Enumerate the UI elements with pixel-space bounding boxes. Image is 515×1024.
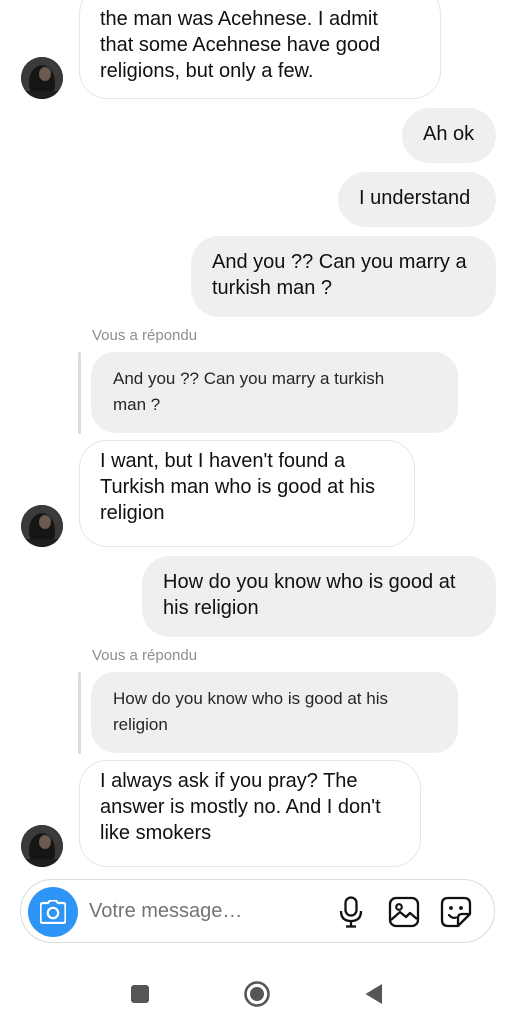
camera-icon — [40, 900, 66, 924]
quoted-message[interactable]: How do you know who is good at his relig… — [91, 672, 458, 753]
quote-bar — [78, 672, 81, 754]
incoming-message[interactable]: the man was Acehnese. I admit that some … — [79, 0, 441, 99]
quoted-text: How do you know who is good at his relig… — [113, 689, 388, 734]
replied-label: Vous a répondu — [92, 647, 198, 664]
message-text: Ah ok — [423, 123, 475, 145]
system-navigation-bar — [0, 960, 515, 1024]
triangle-back-icon[interactable] — [364, 983, 384, 1005]
message-text: I always ask if you pray? The answer is … — [100, 770, 381, 844]
message-text: the man was Acehnese. I admit that some … — [100, 8, 381, 82]
message-composer — [20, 879, 495, 943]
message-text: I understand — [359, 187, 471, 209]
avatar[interactable] — [21, 825, 63, 867]
message-text: I want, but I haven't found a Turkish ma… — [100, 450, 375, 524]
image-icon[interactable] — [388, 896, 420, 928]
quote-bar — [78, 352, 81, 434]
avatar[interactable] — [21, 505, 63, 547]
incoming-message[interactable]: I want, but I haven't found a Turkish ma… — [79, 440, 415, 547]
outgoing-message[interactable]: And you ?? Can you marry a turkish man ? — [191, 236, 496, 317]
quoted-text: And you ?? Can you marry a turkish man ? — [113, 369, 385, 414]
sticker-icon[interactable] — [440, 896, 472, 928]
avatar[interactable] — [21, 57, 63, 99]
square-icon[interactable] — [130, 984, 150, 1004]
circle-icon[interactable] — [243, 980, 271, 1008]
microphone-icon[interactable] — [339, 896, 363, 928]
outgoing-message[interactable]: How do you know who is good at his relig… — [142, 556, 496, 637]
chat-screen: the man was Acehnese. I admit that some … — [0, 0, 515, 1024]
camera-button[interactable] — [28, 887, 78, 937]
message-input[interactable] — [89, 896, 324, 926]
quoted-message[interactable]: And you ?? Can you marry a turkish man ? — [91, 352, 458, 433]
outgoing-message[interactable]: I understand — [338, 172, 496, 227]
outgoing-message[interactable]: Ah ok — [402, 108, 496, 163]
message-text: And you ?? Can you marry a turkish man ? — [212, 251, 467, 299]
incoming-message[interactable]: I always ask if you pray? The answer is … — [79, 760, 421, 867]
replied-label: Vous a répondu — [92, 327, 198, 344]
message-text: How do you know who is good at his relig… — [163, 571, 456, 619]
